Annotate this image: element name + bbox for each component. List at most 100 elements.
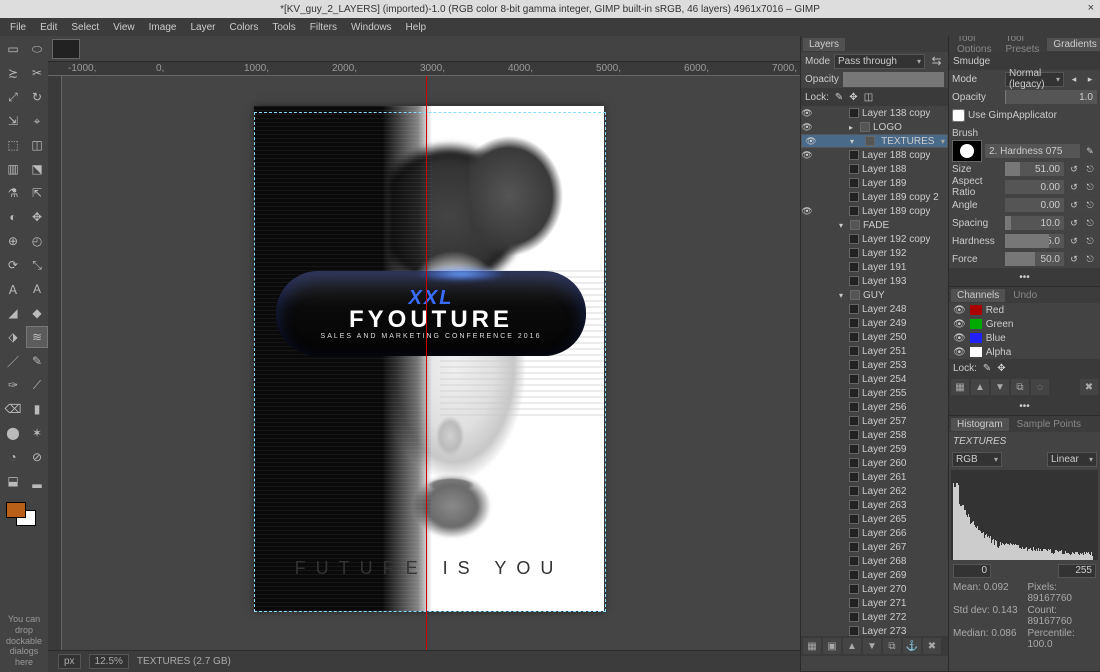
histogram-channel-select[interactable]: RGB	[952, 452, 1002, 467]
layer-row[interactable]: Layer 189 copy 2	[801, 190, 948, 204]
vertical-guide[interactable]	[426, 76, 427, 650]
link-icon[interactable]: ⎋	[1083, 180, 1097, 194]
reset-icon[interactable]: ↺	[1067, 198, 1081, 212]
layer-row[interactable]: Layer 270	[801, 582, 948, 596]
layer-name[interactable]: Layer 254	[862, 374, 906, 385]
link-icon[interactable]: ⎋	[1083, 198, 1097, 212]
layer-row[interactable]: Layer 189	[801, 176, 948, 190]
layer-name[interactable]: Layer 188	[862, 164, 906, 175]
visibility-icon[interactable]: 👁	[801, 150, 813, 161]
layer-name[interactable]: Layer 259	[862, 444, 906, 455]
scissors-tool[interactable]: ✂	[26, 62, 48, 84]
rotate3d-tool[interactable]: ⟳	[2, 254, 24, 276]
smudge-mode-select[interactable]: Normal (legacy)	[1005, 72, 1064, 87]
layer-row[interactable]: Layer 261	[801, 470, 948, 484]
dodge-tool[interactable]: ✶	[26, 422, 48, 444]
layer-row[interactable]: Layer 258	[801, 428, 948, 442]
to-selection-button[interactable]: ◌	[1031, 379, 1049, 395]
visibility-icon[interactable]: 👁	[953, 305, 966, 316]
eraser-tool[interactable]: ⌫	[2, 398, 24, 420]
layer-name[interactable]: Layer 263	[862, 500, 906, 511]
clone-tool[interactable]: ▮	[26, 398, 48, 420]
layer-row[interactable]: Layer 251	[801, 344, 948, 358]
convolve-tool[interactable]: ⊘	[26, 446, 48, 468]
layer-name[interactable]: Layer 272	[862, 612, 906, 623]
layer-name[interactable]: Layer 192 copy	[862, 234, 930, 245]
expand-icon[interactable]: ▾	[839, 290, 847, 301]
bg-tool[interactable]: ▂	[26, 470, 48, 492]
layer-name[interactable]: Layer 270	[862, 584, 906, 595]
zoom-select[interactable]: 12.5%	[89, 654, 129, 669]
paintbrush-tool[interactable]: ✎	[26, 350, 48, 372]
size-slider[interactable]: 51.00	[1005, 162, 1064, 176]
force-slider[interactable]: 50.0	[1005, 252, 1064, 266]
layer-name[interactable]: Layer 189	[862, 178, 906, 189]
layer-name[interactable]: LOGO	[873, 122, 902, 133]
shear-tool[interactable]: ▥	[2, 158, 24, 180]
spacing-slider[interactable]: 10.0	[1005, 216, 1064, 230]
layer-row[interactable]: Layer 253	[801, 358, 948, 372]
layer-name[interactable]: Layer 262	[862, 486, 906, 497]
layer-row[interactable]: Layer 271	[801, 596, 948, 610]
delete-layer-button[interactable]: ✖	[923, 638, 941, 654]
layer-name[interactable]: Layer 267	[862, 542, 906, 553]
layer-row[interactable]: 👁Layer 188 copy	[801, 148, 948, 162]
new-group-button[interactable]: ▣	[823, 638, 841, 654]
lock-position-icon[interactable]: ✥	[849, 92, 857, 103]
crosshair-tool[interactable]: ⌖	[26, 110, 48, 132]
tab-layers[interactable]: Layers	[803, 38, 845, 51]
layer-name[interactable]: Layer 266	[862, 528, 906, 539]
blur-tool[interactable]: ◔	[2, 446, 24, 468]
ruler-vertical[interactable]	[48, 76, 62, 650]
channel-row[interactable]: 👁Alpha	[949, 345, 1100, 359]
layer-row[interactable]: Layer 248	[801, 302, 948, 316]
layer-row[interactable]: Layer 265	[801, 512, 948, 526]
histogram-scale-select[interactable]: Linear	[1047, 452, 1097, 467]
layer-row[interactable]: 👁▸LOGO	[801, 120, 948, 134]
color-swatches[interactable]	[6, 502, 38, 526]
layer-opacity-slider[interactable]: 100.0	[843, 72, 944, 87]
menu-select[interactable]: Select	[65, 20, 105, 35]
visibility-icon[interactable]: 👁	[953, 347, 966, 358]
mode-next-icon[interactable]: ▸	[1083, 72, 1097, 86]
handle-tool[interactable]: ⇱	[26, 182, 48, 204]
unified-tool[interactable]: ◫	[26, 134, 48, 156]
airbrush-tool[interactable]: ⟋	[26, 374, 48, 396]
reset-icon[interactable]: ↺	[1067, 162, 1081, 176]
tab-histogram[interactable]: Histogram	[951, 418, 1009, 431]
duplicate-channel-button[interactable]: ⧉	[1011, 379, 1029, 395]
more-options-icon[interactable]: •••	[1019, 272, 1030, 283]
brush-preview[interactable]	[952, 140, 982, 162]
visibility-icon[interactable]: 👁	[801, 206, 813, 217]
close-icon[interactable]: ×	[1088, 2, 1094, 14]
color-picker-tool[interactable]: ⚗	[2, 182, 24, 204]
layer-row[interactable]: 👁Layer 138 copy	[801, 106, 948, 120]
reset-icon[interactable]: ↺	[1067, 252, 1081, 266]
text-tool[interactable]: Ａ	[2, 278, 24, 300]
layer-name[interactable]: Layer 261	[862, 472, 906, 483]
menu-tools[interactable]: Tools	[266, 20, 301, 35]
visibility-icon[interactable]: 👁	[953, 319, 966, 330]
flip-tool[interactable]: ◐	[2, 206, 24, 228]
histogram-range-hi[interactable]: 255	[1058, 564, 1096, 578]
layer-row[interactable]: 👁▾TEXTURES	[801, 134, 948, 148]
menu-colors[interactable]: Colors	[223, 20, 264, 35]
rect-select-tool[interactable]: ▭	[2, 38, 24, 60]
layer-name[interactable]: Layer 273	[862, 626, 906, 637]
menu-filters[interactable]: Filters	[304, 20, 343, 35]
layer-name[interactable]: Layer 248	[862, 304, 906, 315]
blend-mode-select[interactable]: Pass through	[834, 54, 925, 69]
layer-row[interactable]: Layer 188	[801, 162, 948, 176]
histogram-graph[interactable]	[951, 470, 1098, 560]
layer-row[interactable]: Layer 273	[801, 624, 948, 636]
layer-row[interactable]: Layer 255	[801, 386, 948, 400]
layer-name[interactable]: Layer 271	[862, 598, 906, 609]
link-icon[interactable]: ⎋	[1083, 162, 1097, 176]
layer-name[interactable]: Layer 189 copy	[862, 206, 930, 217]
layer-name[interactable]: Layer 251	[862, 346, 906, 357]
layer-name[interactable]: Layer 250	[862, 332, 906, 343]
lower-layer-button[interactable]: ▼	[863, 638, 881, 654]
menu-layer[interactable]: Layer	[184, 20, 221, 35]
channels-list[interactable]: 👁Red👁Green👁Blue👁Alpha	[949, 303, 1100, 359]
layer-name[interactable]: Layer 193	[862, 276, 906, 287]
